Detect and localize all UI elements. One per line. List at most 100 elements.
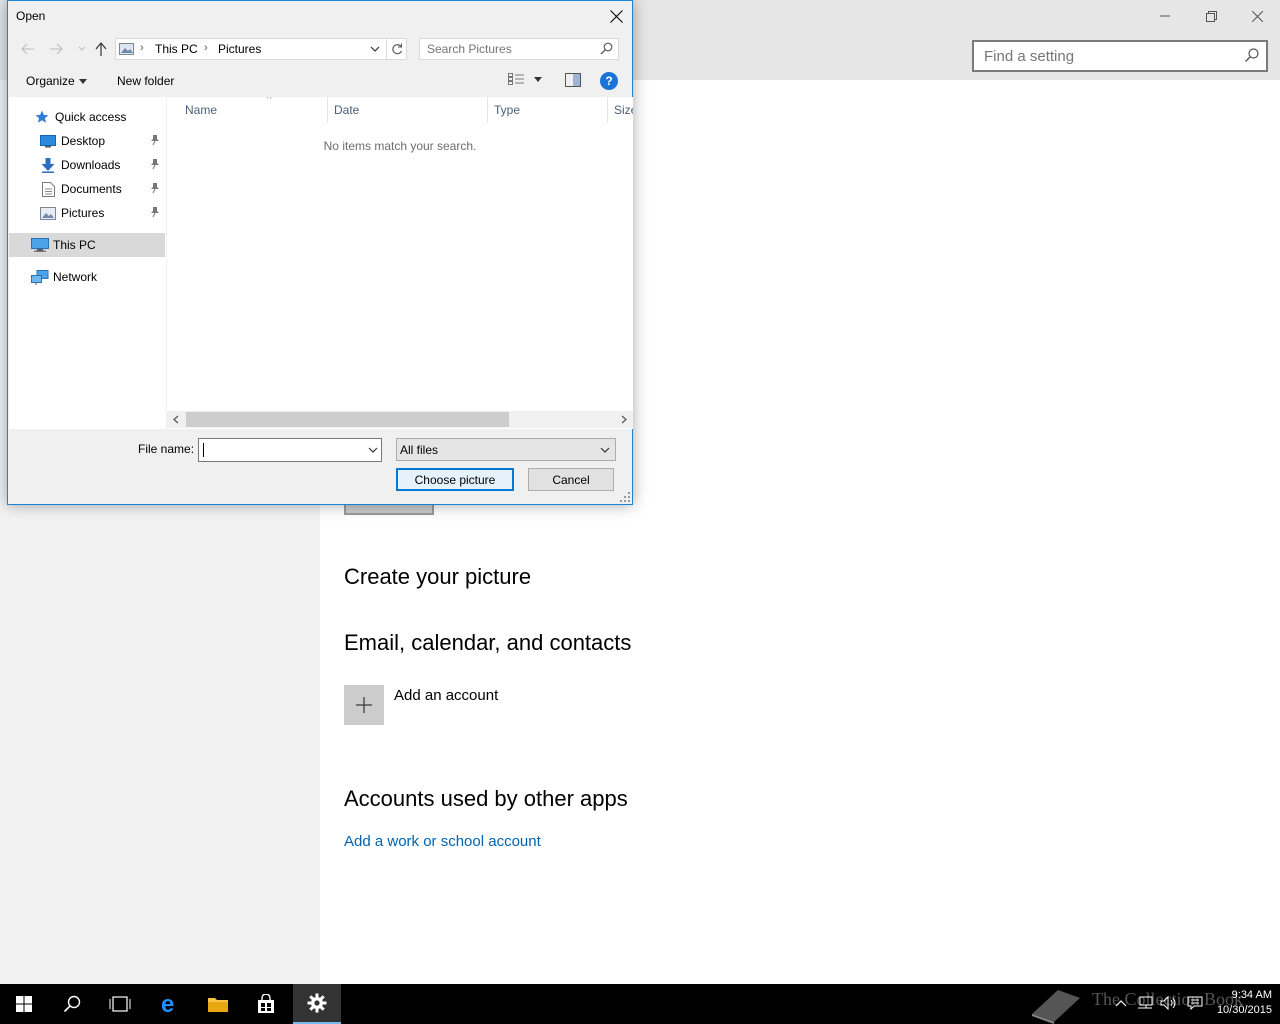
chevron-down-icon xyxy=(78,46,86,51)
star-icon xyxy=(33,109,51,125)
nav-item-pictures[interactable]: Pictures xyxy=(9,201,166,225)
choose-picture-button[interactable]: Choose picture xyxy=(396,468,514,491)
task-view-button[interactable] xyxy=(96,984,144,1024)
gear-icon xyxy=(307,993,327,1013)
scrollbar-thumb[interactable] xyxy=(186,412,509,427)
pin-icon[interactable] xyxy=(150,158,160,170)
breadcrumb-separator[interactable]: › xyxy=(140,42,144,54)
dialog-search-box[interactable] xyxy=(419,38,619,60)
store-icon xyxy=(258,994,274,1013)
edge-icon: e xyxy=(161,993,174,1015)
browse-button[interactable] xyxy=(344,504,434,515)
chevron-down-icon xyxy=(600,447,610,453)
volume-icon xyxy=(1160,996,1176,1010)
open-file-dialog: Open › This PC › Pictures Organize xyxy=(7,0,633,505)
add-account-button[interactable] xyxy=(344,685,384,725)
arrow-up-icon xyxy=(95,42,107,56)
search-icon[interactable] xyxy=(1244,47,1260,66)
empty-results-message: No items match your search. xyxy=(323,139,477,153)
find-setting-input[interactable] xyxy=(974,42,1224,70)
column-header-size[interactable]: Size xyxy=(608,97,633,123)
pin-icon[interactable] xyxy=(150,182,160,194)
nav-item-quick-access[interactable]: Quick access xyxy=(9,105,166,129)
file-explorer-taskbar-button[interactable] xyxy=(194,984,242,1024)
pictures-icon xyxy=(39,205,57,221)
task-view-icon xyxy=(109,996,131,1012)
caret-down-icon xyxy=(534,76,542,82)
nav-item-network[interactable]: Network xyxy=(9,265,166,289)
navigation-pane: Quick access Desktop Downloads Documents xyxy=(9,97,166,429)
address-bar[interactable]: › This PC › Pictures xyxy=(115,38,407,60)
minimize-icon xyxy=(1160,15,1170,17)
pin-icon[interactable] xyxy=(150,206,160,218)
horizontal-scrollbar[interactable] xyxy=(167,411,633,428)
restore-button[interactable] xyxy=(1188,0,1234,32)
nav-item-documents[interactable]: Documents xyxy=(9,177,166,201)
minimize-button[interactable] xyxy=(1142,0,1188,32)
organize-label: Organize xyxy=(26,74,75,88)
find-setting-searchbox[interactable] xyxy=(972,40,1268,72)
sort-ascending-icon: ^ xyxy=(267,97,272,105)
settings-taskbar-button[interactable] xyxy=(293,984,341,1024)
windows-logo-icon xyxy=(16,996,32,1012)
network-tray-button[interactable] xyxy=(1136,994,1154,1012)
file-name-label: File name: xyxy=(138,442,195,456)
resize-grip-icon[interactable] xyxy=(620,492,630,502)
nav-item-this-pc[interactable]: This PC xyxy=(9,233,165,257)
close-button[interactable] xyxy=(1234,0,1280,32)
dialog-search-input[interactable] xyxy=(420,39,590,59)
scroll-right-button[interactable] xyxy=(617,411,631,428)
dialog-close-button[interactable] xyxy=(600,1,632,31)
help-button[interactable]: ? xyxy=(600,72,618,90)
nav-label: Documents xyxy=(61,182,122,196)
start-button[interactable] xyxy=(0,984,48,1024)
nav-label: Downloads xyxy=(61,158,121,172)
add-account-label[interactable]: Add an account xyxy=(394,687,498,704)
show-hidden-icons-button[interactable] xyxy=(1112,994,1130,1012)
chevron-down-icon[interactable] xyxy=(367,443,379,457)
nav-item-desktop[interactable]: Desktop xyxy=(9,129,166,153)
notification-icon xyxy=(1187,996,1203,1010)
dialog-title: Open xyxy=(16,9,46,23)
organize-button[interactable]: Organize xyxy=(26,74,87,88)
details-view-icon xyxy=(508,73,524,85)
file-list[interactable]: Name ^ Date Type Size No items match you… xyxy=(167,97,633,429)
file-type-selected: All files xyxy=(400,442,439,457)
clock[interactable]: 9:34 AM 10/30/2015 xyxy=(1206,988,1272,1018)
change-view-button[interactable] xyxy=(508,73,542,85)
network-icon xyxy=(1138,996,1153,1009)
file-name-combobox[interactable] xyxy=(198,438,382,462)
breadcrumb-pictures[interactable]: Pictures xyxy=(218,42,261,56)
pin-icon[interactable] xyxy=(150,134,160,146)
file-type-filter-select[interactable]: All files xyxy=(396,438,616,461)
column-header-date[interactable]: Date xyxy=(328,97,488,123)
column-header-name[interactable]: Name ^ xyxy=(185,97,328,123)
scroll-left-button[interactable] xyxy=(169,411,183,428)
desktop-icon xyxy=(39,133,57,149)
preview-pane-icon xyxy=(565,73,581,87)
volume-tray-button[interactable] xyxy=(1160,994,1178,1012)
up-button[interactable] xyxy=(91,39,111,59)
nav-item-downloads[interactable]: Downloads xyxy=(9,153,166,177)
edge-taskbar-button[interactable]: e xyxy=(146,984,194,1024)
new-folder-button[interactable]: New folder xyxy=(117,74,174,88)
close-icon xyxy=(1251,10,1263,22)
column-header-type[interactable]: Type xyxy=(488,97,608,123)
store-taskbar-button[interactable] xyxy=(242,984,290,1024)
search-icon xyxy=(63,995,81,1013)
cancel-button[interactable]: Cancel xyxy=(528,468,614,491)
action-center-button[interactable] xyxy=(1186,994,1204,1012)
address-history-dropdown[interactable] xyxy=(368,41,382,57)
breadcrumb-separator[interactable]: › xyxy=(204,42,208,54)
forward-button[interactable] xyxy=(46,39,66,59)
search-icon[interactable] xyxy=(600,42,613,58)
caret-down-icon xyxy=(78,78,87,84)
taskbar-search-button[interactable] xyxy=(48,984,96,1024)
add-work-account-link[interactable]: Add a work or school account xyxy=(344,833,541,850)
recent-locations-button[interactable] xyxy=(72,39,92,59)
refresh-button[interactable] xyxy=(386,39,406,59)
breadcrumb-this-pc[interactable]: This PC xyxy=(155,42,198,56)
preview-pane-button[interactable] xyxy=(565,73,581,90)
back-button[interactable] xyxy=(18,39,38,59)
file-name-input[interactable] xyxy=(199,439,363,461)
